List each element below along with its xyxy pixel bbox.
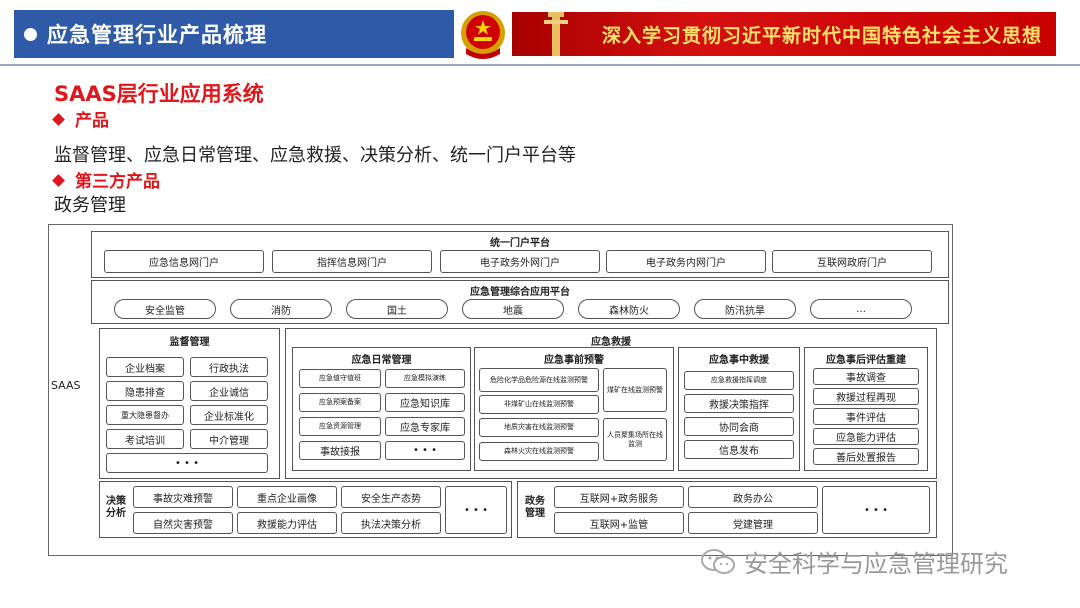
daily-item: 应急值守值班 [299, 369, 381, 388]
portal-title: 统一门户平台 [490, 238, 550, 249]
post-title: 应急事后评估重建 [826, 355, 906, 366]
saas-label: SAAS [51, 379, 81, 392]
third-party-text: 政务管理 [54, 195, 126, 216]
pre-item: 地质灾害在线监测预警 [479, 418, 599, 437]
gov-more: • • • [822, 486, 930, 534]
gov-section: 政务 管理 互联网+政务服务 政务办公 互联网+监管 党建管理 • • • [517, 481, 937, 538]
platform-item: 国土 [346, 299, 448, 319]
pre-item: 非煤矿山在线监测预警 [479, 395, 599, 414]
portal-item: 电子政务外网门户 [440, 250, 600, 273]
gov-item: 互联网+监管 [554, 512, 684, 534]
portal-item: 互联网政府门户 [772, 250, 932, 273]
rescue-title: 应急救援 [591, 337, 631, 348]
page-title: 应急管理行业产品梳理 [47, 23, 267, 47]
daily-section: 应急日常管理 应急值守值班 应急模拟演练 应急预案备案 应急知识库 应急资源管理… [292, 347, 471, 471]
banner-slogan: 深入学习贯彻习近平新时代中国特色社会主义思想 [602, 25, 1043, 47]
mid-item: 应急救援指挥调度 [684, 371, 794, 390]
platform-item: 消防 [230, 299, 332, 319]
watermark-text: 安全科学与应急管理研究 [744, 550, 1008, 578]
decision-more: • • • [445, 486, 507, 534]
pre-section: 应急事前预警 危险化学品危险源在线监测预警 非煤矿山在线监测预警 地质灾害在线监… [474, 347, 674, 471]
decision-item: 救援能力评估 [237, 512, 337, 534]
decision-item: 安全生产态势 [341, 486, 441, 508]
mid-title: 应急事中救援 [709, 355, 769, 366]
supervision-item: 中介管理 [190, 429, 268, 449]
gov-item: 党建管理 [688, 512, 818, 534]
bullet-dot-icon [24, 27, 37, 41]
decision-item: 自然灾害预警 [133, 512, 233, 534]
diamond-bullet-icon [52, 174, 65, 187]
supervision-item: 企业档案 [106, 357, 184, 377]
huabiao-icon [544, 12, 568, 56]
title-box: 应急管理行业产品梳理 [14, 10, 454, 58]
rescue-section: 应急救援 应急日常管理 应急值守值班 应急模拟演练 应急预案备案 应急知识库 应… [285, 328, 937, 479]
platform-title: 应急管理综合应用平台 [470, 287, 570, 298]
gov-item: 互联网+政务服务 [554, 486, 684, 508]
supervision-item: 重大隐患督办 [106, 405, 184, 425]
daily-item: 事故接报 [299, 441, 381, 460]
diamond-bullet-icon [52, 113, 65, 126]
platform-item: 森林防火 [578, 299, 680, 319]
supervision-more: • • • [106, 453, 268, 473]
supervision-item: 企业标准化 [190, 405, 268, 425]
supervision-title: 监督管理 [169, 337, 210, 348]
daily-more: • • • [385, 441, 465, 460]
slogan-banner: 深入学习贯彻习近平新时代中国特色社会主义思想 [512, 12, 1056, 56]
supervision-item: 企业诚信 [190, 381, 268, 401]
daily-title: 应急日常管理 [351, 355, 412, 366]
decision-item: 重点企业画像 [237, 486, 337, 508]
header-bar: 应急管理行业产品梳理 深入学习贯彻习近平新时代中国特色社会主义思想 [0, 0, 1080, 66]
header-divider [0, 64, 1080, 66]
post-item: 应急能力评估 [813, 428, 919, 445]
gov-item: 政务办公 [688, 486, 818, 508]
daily-item: 应急预案备案 [299, 393, 381, 412]
architecture-diagram: SAAS 统一门户平台 应急信息网门户 指挥信息网门户 电子政务外网门户 电子政… [48, 224, 953, 556]
platform-item: 地震 [462, 299, 564, 319]
post-item: 事件评估 [813, 408, 919, 425]
section-heading: SAAS层行业应用系统 [54, 82, 264, 106]
decision-section: 决策 分析 事故灾难预警 重点企业画像 安全生产态势 自然灾害预警 救援能力评估… [99, 481, 512, 538]
mid-item: 救援决策指挥 [684, 394, 794, 413]
decision-label: 决策 分析 [106, 496, 126, 519]
pre-title: 应急事前预警 [544, 355, 604, 366]
daily-item: 应急知识库 [385, 393, 465, 412]
daily-item: 应急模拟演练 [385, 369, 465, 388]
platform-section: 应急管理综合应用平台 安全监管 消防 国土 地震 森林防火 防汛抗旱 … [91, 280, 949, 324]
platform-item: 防汛抗旱 [694, 299, 796, 319]
subheading-label: 产品 [75, 111, 109, 131]
mid-item: 信息发布 [684, 440, 794, 459]
products-text: 监督管理、应急日常管理、应急救援、决策分析、统一门户平台等 [54, 145, 576, 166]
supervision-section: 监督管理 企业档案 行政执法 隐患排查 企业诚信 重大隐患督办 企业标准化 考试… [99, 328, 280, 479]
daily-item: 应急专家库 [385, 417, 465, 436]
mid-item: 协同会商 [684, 417, 794, 436]
subheading-products: 产品 [52, 106, 109, 131]
platform-item: … [810, 299, 912, 319]
gov-label: 政务 管理 [525, 496, 545, 519]
pre-item: 煤矿在线监测预警 [603, 368, 667, 412]
portal-item: 电子政务内网门户 [606, 250, 766, 273]
supervision-item: 考试培训 [106, 429, 184, 449]
national-emblem-icon [461, 11, 505, 59]
subheading-third-party: 第三方产品 [52, 167, 160, 192]
daily-item: 应急资源管理 [299, 417, 381, 436]
supervision-item: 行政执法 [190, 357, 268, 377]
decision-item: 事故灾难预警 [133, 486, 233, 508]
post-item: 救援过程再现 [813, 388, 919, 405]
platform-item: 安全监管 [114, 299, 216, 319]
post-item: 事故调查 [813, 368, 919, 385]
post-section: 应急事后评估重建 事故调查 救援过程再现 事件评估 应急能力评估 善后处置报告 [804, 347, 928, 471]
mid-section: 应急事中救援 应急救援指挥调度 救援决策指挥 协同会商 信息发布 [678, 347, 800, 471]
pre-item: 危险化学品危险源在线监测预警 [479, 368, 599, 392]
wechat-icon [701, 548, 735, 574]
portal-item: 应急信息网门户 [104, 250, 264, 273]
pre-item: 人员聚集场所在线监测 [603, 418, 667, 461]
supervision-item: 隐患排查 [106, 381, 184, 401]
portal-item: 指挥信息网门户 [272, 250, 432, 273]
pre-item: 森林火灾在线监测预警 [479, 442, 599, 461]
subheading-label: 第三方产品 [75, 172, 160, 192]
portal-section: 统一门户平台 应急信息网门户 指挥信息网门户 电子政务外网门户 电子政务内网门户… [91, 231, 949, 278]
post-item: 善后处置报告 [813, 448, 919, 465]
watermark: 安全科学与应急管理研究 [700, 544, 1008, 579]
decision-item: 执法决策分析 [341, 512, 441, 534]
